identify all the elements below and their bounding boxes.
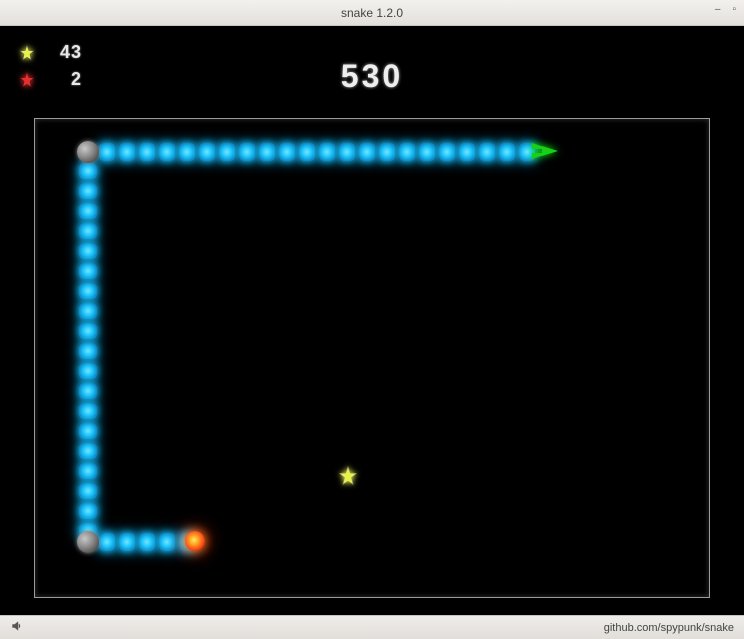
game-board[interactable] [34, 118, 710, 598]
hud: 43 2 [18, 42, 82, 90]
snake-segment [139, 533, 155, 551]
snake-segment [499, 143, 515, 161]
snake-segment [159, 143, 175, 161]
star-red-icon [18, 71, 36, 89]
hud-red-count: 2 [46, 69, 82, 90]
snake-segment [199, 143, 215, 161]
snake-segment [79, 423, 97, 439]
star-yellow-icon [18, 44, 36, 62]
snake-segment [419, 143, 435, 161]
snake-segment [79, 243, 97, 259]
snake-head [532, 142, 558, 160]
snake-segment [79, 403, 97, 419]
repo-link[interactable]: github.com/spypunk/snake [604, 622, 734, 634]
hud-yellow-row: 43 [18, 42, 82, 63]
snake-segment [159, 533, 175, 551]
snake-segment [99, 533, 115, 551]
window-controls: – ▫ [715, 4, 736, 15]
snake-segment [219, 143, 235, 161]
snake-segment [339, 143, 355, 161]
snake-segment [139, 143, 155, 161]
game-area[interactable]: 43 2 530 [0, 26, 744, 615]
snake-segment [79, 443, 97, 459]
snake-segment [79, 203, 97, 219]
hud-red-row: 2 [18, 69, 82, 90]
snake-segment [119, 533, 135, 551]
snake-segment [79, 343, 97, 359]
minimize-button[interactable]: – [715, 4, 721, 15]
maximize-button[interactable]: ▫ [732, 4, 736, 15]
window-title: snake 1.2.0 [341, 6, 403, 20]
snake-segment [99, 143, 115, 161]
food-star-icon [337, 465, 359, 487]
window-titlebar: snake 1.2.0 – ▫ [0, 0, 744, 26]
snake-segment [399, 143, 415, 161]
snake-segment [259, 143, 275, 161]
snake-segment [459, 143, 475, 161]
snake-segment [479, 143, 495, 161]
snake-segment [119, 143, 135, 161]
snake-segment [239, 143, 255, 161]
snake-segment [79, 183, 97, 199]
snake-corner [77, 531, 99, 553]
snake-segment [319, 143, 335, 161]
snake-segment [179, 143, 195, 161]
status-bar: github.com/spypunk/snake [0, 615, 744, 639]
snake-segment [279, 143, 295, 161]
snake-segment [359, 143, 375, 161]
snake-segment [299, 143, 315, 161]
hud-yellow-count: 43 [46, 42, 82, 63]
speaker-icon[interactable] [10, 619, 24, 636]
snake-segment [79, 463, 97, 479]
snake-segment [79, 163, 97, 179]
snake-corner [77, 141, 99, 163]
snake-segment [79, 483, 97, 499]
snake-segment [79, 383, 97, 399]
snake-segment [79, 303, 97, 319]
snake-segment [439, 143, 455, 161]
score-display: 530 [341, 58, 403, 95]
snake-segment [79, 323, 97, 339]
fireball-icon [185, 531, 205, 551]
snake-segment [79, 263, 97, 279]
snake-segment [79, 223, 97, 239]
snake-segment [379, 143, 395, 161]
snake-segment [79, 363, 97, 379]
snake-segment [79, 503, 97, 519]
snake-segment [79, 283, 97, 299]
